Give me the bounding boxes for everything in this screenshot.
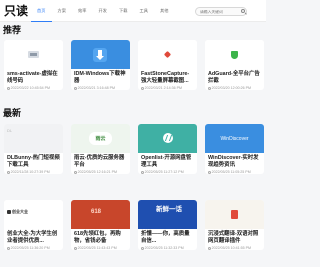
clock-icon	[7, 246, 10, 250]
openlist-icon	[163, 133, 173, 143]
article-card[interactable]: DL DLBunny-热门短视频下载工具 2022/11/28 10:27:39…	[4, 124, 63, 175]
card-thumbnail	[205, 40, 264, 69]
download-icon	[93, 48, 107, 62]
clock-icon	[141, 246, 144, 250]
card-thumbnail: 618	[71, 200, 130, 229]
card-thumbnail	[205, 200, 264, 229]
search-icon[interactable]	[241, 9, 245, 13]
card-title[interactable]: Openlist-开源网盘管理工具	[138, 153, 197, 168]
card-title[interactable]: 折懂——你，高质量自信...	[138, 229, 197, 244]
clock-icon	[141, 170, 144, 174]
card-time-text: 2022/11/28 10:27:39 PM	[10, 170, 50, 174]
startup-icon: 创业大全	[7, 209, 28, 215]
card-thumbnail: 创业大全	[4, 200, 63, 229]
card-time: 2022/05/25 11:27:12 PM	[138, 168, 197, 174]
nav-item-solutions[interactable]: 方案	[52, 0, 73, 22]
card-time: 2022/05/25 11:36:20 PM	[4, 244, 63, 250]
capture-icon	[163, 50, 172, 59]
card-title[interactable]: 创业大全-为大学生创业者提供优质...	[4, 229, 63, 244]
video-icon: DL	[7, 128, 13, 133]
card-time: 2022/03/20 12:00:26 PM	[205, 84, 264, 90]
xing-icon: 新鲜一话	[156, 206, 182, 213]
section-title-recommended: 推荐	[3, 25, 22, 35]
card-time: 2022/03/22 10:45:54 PM	[4, 84, 63, 90]
article-card[interactable]: IDM-Windows下载神器 2022/03/21 3:16:48 PM	[71, 40, 130, 91]
card-thumbnail: 雨云	[71, 124, 130, 153]
search-input[interactable]	[195, 7, 247, 16]
nav-item-efficiency[interactable]: 效率	[72, 0, 93, 22]
clock-icon	[208, 170, 211, 174]
card-thumbnail	[138, 124, 197, 153]
card-time-text: 2022/03/21 3:16:48 PM	[77, 86, 115, 90]
card-thumbnail: DL	[4, 124, 63, 153]
card-time: 2022/05/25 10:41:55 PM	[205, 244, 264, 250]
site-logo[interactable]: 只读	[4, 3, 28, 19]
card-time-text: 2022/05/25 11:32:33 PM	[144, 246, 184, 250]
article-card[interactable]: Openlist-开源网盘管理工具 2022/05/25 11:27:12 PM	[138, 124, 197, 175]
card-time-text: 2022/03/22 10:45:54 PM	[10, 86, 50, 90]
nav-item-home[interactable]: 首页	[31, 0, 52, 22]
card-time: 2022/05/25 11:32:33 PM	[138, 244, 197, 250]
card-time-text: 2022/05/25 12:16:21 PM	[77, 170, 117, 174]
card-time-text: 2022/03/21 2:14:36 PM	[144, 86, 182, 90]
card-title[interactable]: WinDiscover-实时发现趋势资讯	[205, 153, 264, 168]
nav-item-download[interactable]: 下载	[113, 0, 134, 22]
article-card[interactable]: 沉浸式翻译-双语对照网页翻译插件 2022/05/25 10:41:55 PM	[205, 200, 264, 251]
card-title[interactable]: sms-activate-虚拟在线号码	[4, 69, 63, 84]
article-card[interactable]: FastStoneCapture-强大轻量屏幕截图... 2022/03/21 …	[138, 40, 197, 91]
card-thumbnail	[138, 40, 197, 69]
translate-icon	[231, 210, 238, 219]
clock-icon	[7, 170, 10, 174]
clock-icon	[208, 86, 211, 90]
card-time: 2022/03/21 3:16:48 PM	[71, 84, 130, 90]
article-card[interactable]: WinDiscover WinDiscover-实时发现趋势资讯 2022/05…	[205, 124, 264, 175]
card-time: 2022/05/25 11:43:43 PM	[71, 244, 130, 250]
clock-icon	[141, 86, 144, 90]
card-title[interactable]: 沉浸式翻译-双语对照网页翻译插件	[205, 229, 264, 244]
card-time: 2022/05/25 11:05:25 PM	[205, 168, 264, 174]
article-card[interactable]: 雨云 雨云-优质的云服务器平台 2022/05/25 12:16:21 PM	[71, 124, 130, 175]
main-nav: 首页 方案 效率 开发 下载 工具 其他	[31, 0, 175, 22]
card-title[interactable]: IDM-Windows下载神器	[71, 69, 130, 84]
top-navbar: 只读 首页 方案 效率 开发 下载 工具 其他	[0, 0, 266, 22]
clock-icon	[7, 86, 10, 90]
article-card[interactable]: sms-activate-虚拟在线号码 2022/03/22 10:45:54 …	[4, 40, 63, 91]
nav-item-other[interactable]: 其他	[154, 0, 175, 22]
card-thumbnail	[4, 40, 63, 69]
nav-item-tools[interactable]: 工具	[134, 0, 155, 22]
card-title[interactable]: AdGuard-全平台广告拦截	[205, 69, 264, 84]
redpacket-icon: 618	[91, 209, 102, 215]
shield-icon	[231, 51, 238, 59]
cloud-icon: 雨云	[89, 132, 112, 145]
clock-icon	[208, 246, 211, 250]
article-card[interactable]: AdGuard-全平台广告拦截 2022/03/20 12:00:26 PM	[205, 40, 264, 91]
clock-icon	[74, 86, 77, 90]
card-thumbnail: 新鲜一话	[138, 200, 197, 229]
article-card[interactable]: 创业大全 创业大全-为大学生创业者提供优质... 2022/05/25 11:3…	[4, 200, 63, 251]
card-title[interactable]: 雨云-优质的云服务器平台	[71, 153, 130, 168]
section-title-latest: 最新	[3, 108, 22, 118]
clock-icon	[74, 170, 77, 174]
windiscover-icon: WinDiscover	[220, 135, 249, 142]
card-time-text: 2022/05/25 10:41:55 PM	[211, 246, 251, 250]
card-time-text: 2022/05/25 11:36:20 PM	[10, 246, 50, 250]
card-title[interactable]: FastStoneCapture-强大轻量屏幕截图...	[138, 69, 197, 84]
card-time: 2022/11/28 10:27:39 PM	[4, 168, 63, 174]
card-thumbnail	[71, 40, 130, 69]
clock-icon	[74, 246, 77, 250]
article-card[interactable]: 新鲜一话 折懂——你，高质量自信... 2022/05/25 11:32:33 …	[138, 200, 197, 251]
card-title[interactable]: 618先领红包，再购物，省钱必备	[71, 229, 130, 244]
card-thumbnail: WinDiscover	[205, 124, 264, 153]
nav-item-dev[interactable]: 开发	[93, 0, 114, 22]
card-time-text: 2022/03/20 12:00:26 PM	[211, 86, 251, 90]
sms-icon	[28, 51, 39, 58]
card-time-text: 2022/05/25 11:05:25 PM	[211, 170, 251, 174]
article-card[interactable]: 618 618先领红包，再购物，省钱必备 2022/05/25 11:43:43…	[71, 200, 130, 251]
card-time-text: 2022/05/25 11:27:12 PM	[144, 170, 184, 174]
card-time: 2022/05/25 12:16:21 PM	[71, 168, 130, 174]
card-title[interactable]: DLBunny-热门短视频下载工具	[4, 153, 63, 168]
card-time: 2022/03/21 2:14:36 PM	[138, 84, 197, 90]
card-time-text: 2022/05/25 11:43:43 PM	[77, 246, 117, 250]
